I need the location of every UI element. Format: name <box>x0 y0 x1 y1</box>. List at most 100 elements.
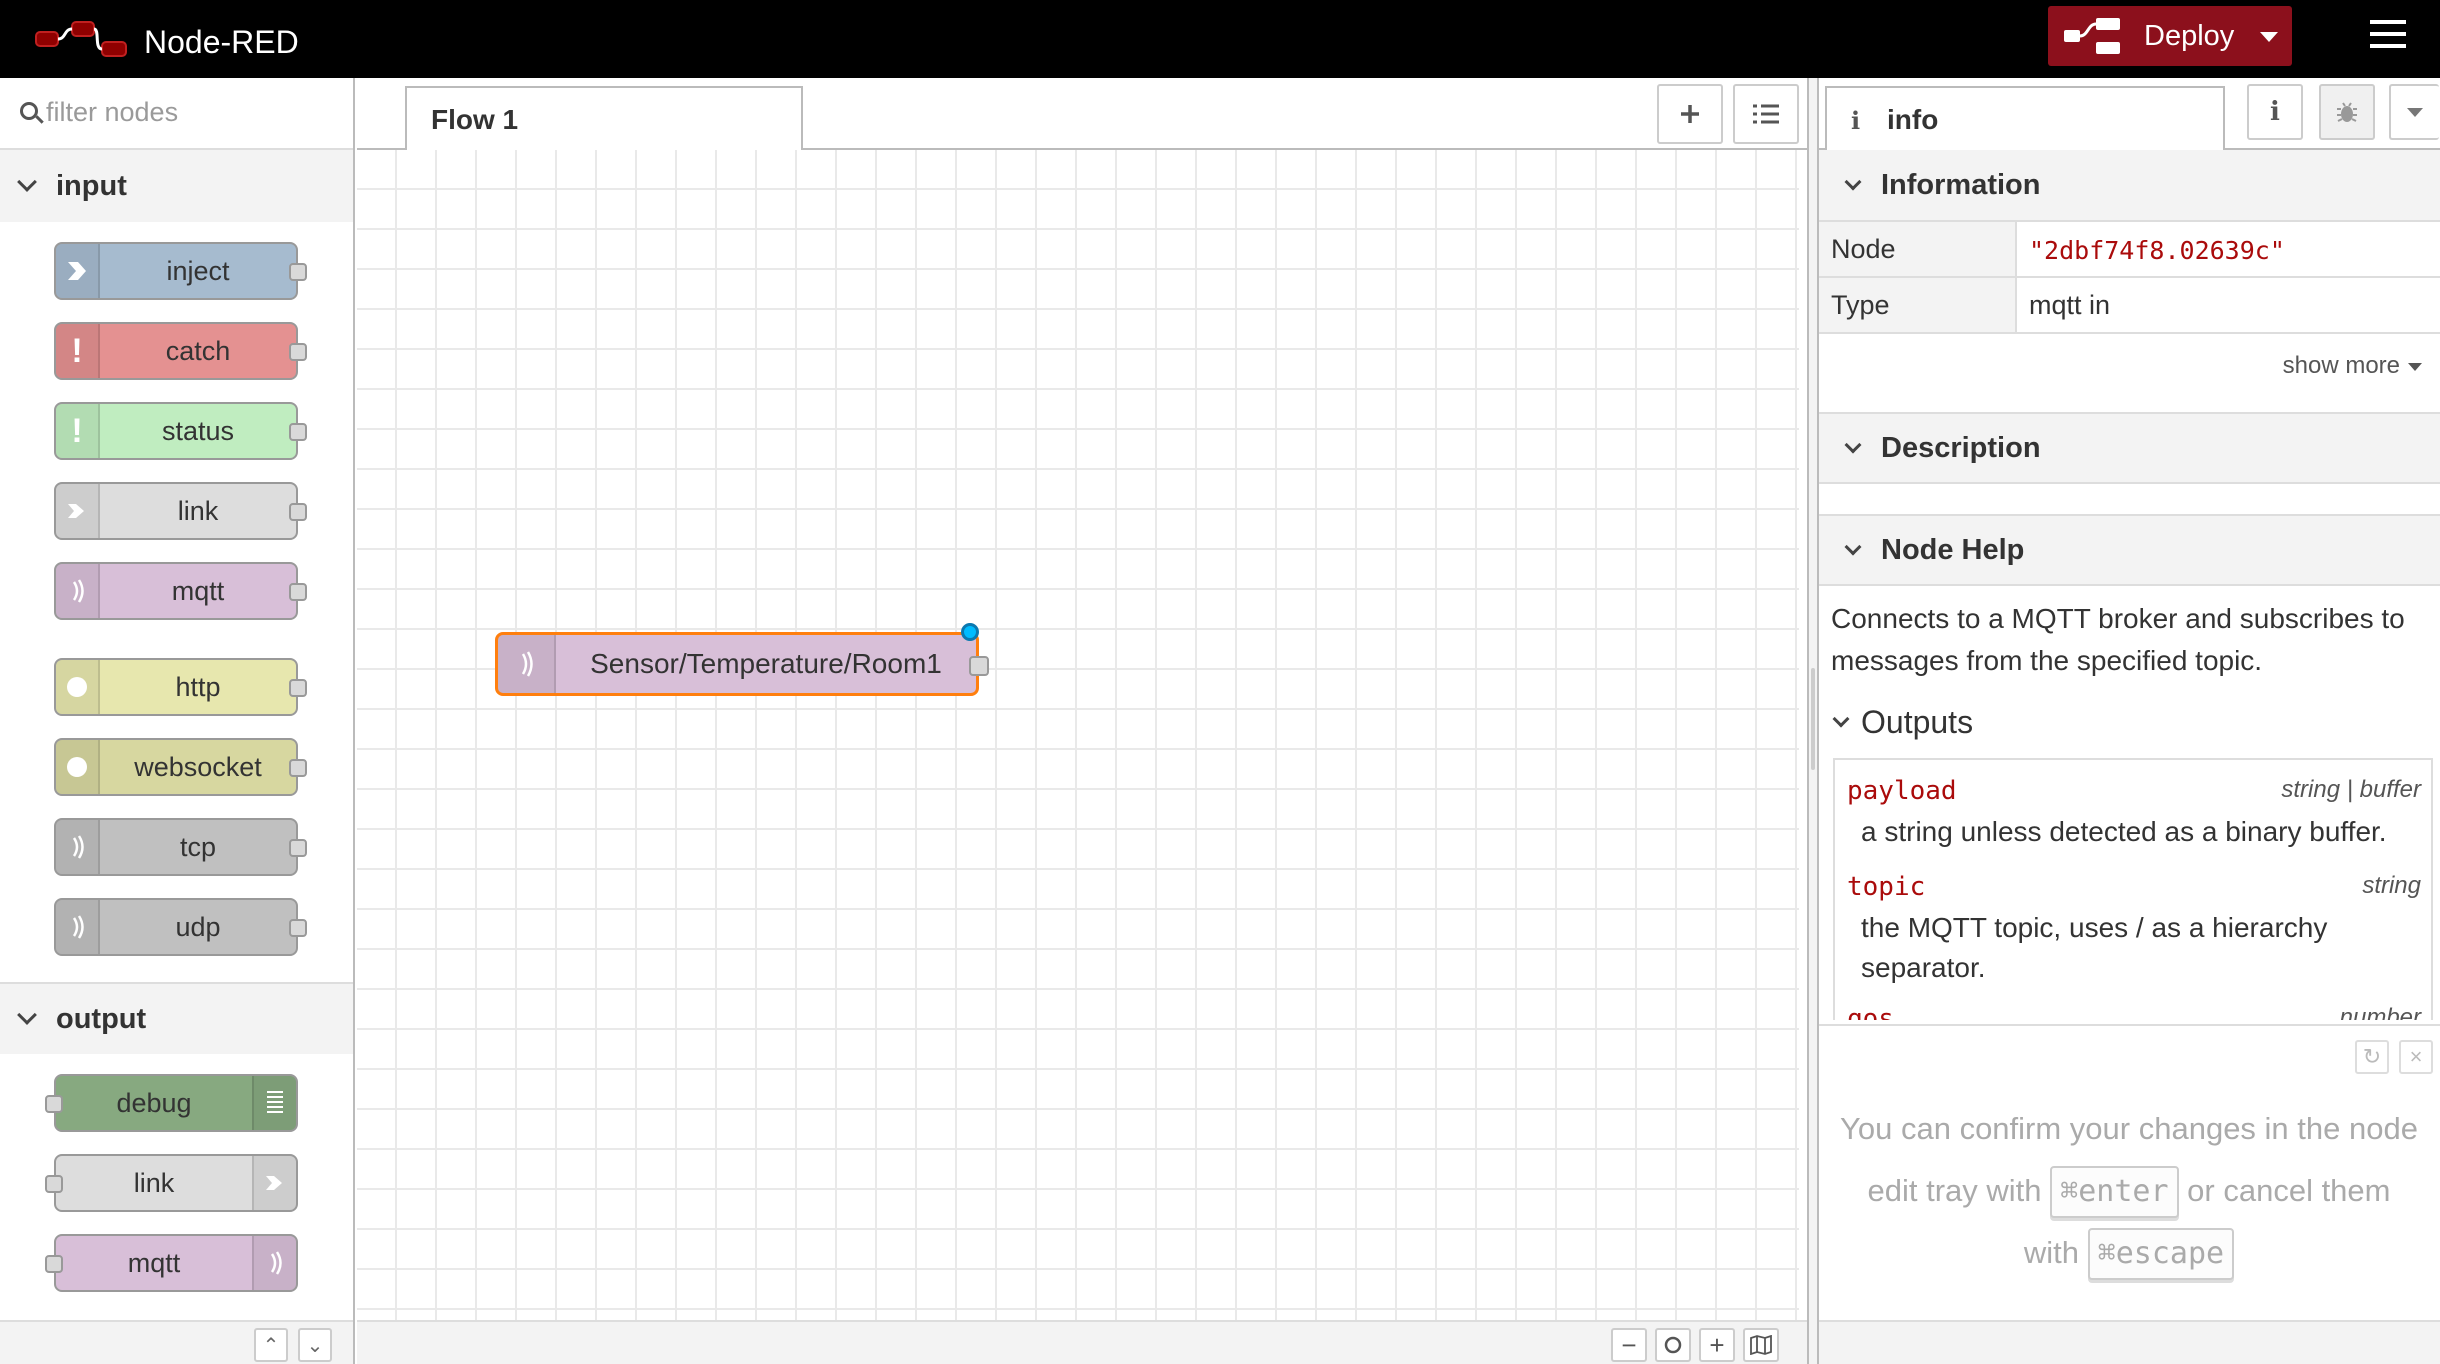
deploy-icon <box>2064 18 2120 54</box>
node-label: mqtt <box>171 575 225 606</box>
output-port <box>289 759 307 777</box>
section-description[interactable]: Description <box>1819 412 2440 484</box>
tab-flow-1[interactable]: Flow 1 <box>405 86 803 152</box>
palette-search <box>0 78 353 150</box>
palette-node-http-in[interactable]: http <box>54 658 307 716</box>
refresh-tip-icon[interactable]: ↻ <box>2355 1040 2389 1074</box>
section-information[interactable]: Information <box>1819 150 2440 222</box>
property-type: number <box>2339 1004 2421 1020</box>
expand-all-icon[interactable]: ⌄ <box>298 1328 332 1362</box>
output-port <box>289 423 307 441</box>
chevron-down-icon <box>1844 538 1862 556</box>
palette-category-input[interactable]: input <box>0 150 353 222</box>
outputs-heading[interactable]: Outputs <box>1831 704 1973 741</box>
info-key: Node <box>1819 222 2017 276</box>
sidebar-tabs-dropdown-icon[interactable] <box>2389 84 2439 140</box>
palette-category-output[interactable]: output <box>0 982 353 1054</box>
exclamation-icon: ! <box>56 324 100 378</box>
header-bar: Node-RED Deploy <box>0 0 2440 78</box>
section-node-help[interactable]: Node Help <box>1819 514 2440 586</box>
output-port <box>289 679 307 697</box>
close-icon[interactable]: × <box>2399 1040 2433 1074</box>
section-title: Description <box>1881 431 2041 464</box>
palette-node-udp-in[interactable]: udp <box>54 898 307 956</box>
debug-icon <box>252 1076 296 1130</box>
category-label: output <box>56 1002 147 1035</box>
node-label: status <box>161 415 235 446</box>
globe-icon <box>56 660 100 714</box>
property-description: a string unless detected as a binary buf… <box>1861 816 2387 847</box>
zoom-in-icon[interactable]: + <box>1699 1328 1735 1362</box>
kbd-cancel: ⌘escape <box>2087 1228 2235 1280</box>
node-label: tcp <box>179 831 217 862</box>
show-more-link[interactable]: show more <box>2283 352 2422 380</box>
workspace-tabs-bar: Flow 1 <box>357 78 1807 152</box>
property-name: payload <box>1847 776 1957 806</box>
tip-text: You can confirm your changes in the node… <box>1839 1098 2419 1284</box>
debug-bug-icon[interactable] <box>2319 84 2375 140</box>
tip-or: or <box>2187 1173 2215 1208</box>
chevron-down-icon <box>17 1005 37 1025</box>
palette-footer: ⌃ ⌄ <box>0 1320 353 1364</box>
node-label: websocket <box>134 751 262 782</box>
palette-filter-input[interactable] <box>46 92 336 132</box>
changed-indicator-icon <box>961 623 979 641</box>
palette-node-status[interactable]: ! status <box>54 402 307 460</box>
info-icon: i <box>1851 106 1861 135</box>
chevron-down-icon <box>1832 710 1850 727</box>
palette-node-tcp-in[interactable]: tcp <box>54 818 307 876</box>
palette-node-catch[interactable]: ! catch <box>54 322 307 380</box>
output-port <box>289 583 307 601</box>
app-title: Node-RED <box>144 24 299 60</box>
resize-grip[interactable] <box>1811 668 1815 770</box>
node-red-logo-icon <box>34 18 130 60</box>
workspace-footer: − + <box>357 1320 1807 1364</box>
palette-node-websocket-in[interactable]: websocket <box>54 738 307 796</box>
info-tab-button-icon[interactable]: i <box>2247 84 2303 140</box>
palette-input-nodes: inject ! catch ! status link mqtt <box>0 222 353 662</box>
navigator-map-icon[interactable] <box>1743 1328 1779 1362</box>
node-id-value: "2dbf74f8.02639c" <box>2029 236 2285 265</box>
output-port[interactable] <box>969 656 989 676</box>
category-label: input <box>56 169 127 202</box>
node-label: link <box>133 1167 175 1198</box>
deploy-button[interactable]: Deploy <box>2048 6 2292 66</box>
palette-node-link-out[interactable]: link <box>45 1154 298 1212</box>
add-flow-plus-icon[interactable] <box>1657 84 1723 144</box>
flow-node-mqtt-in[interactable]: Sensor/Temperature/Room1 <box>495 623 989 696</box>
sidebar-resize-handle[interactable] <box>1807 78 1819 1364</box>
property-name: topic <box>1847 872 1926 902</box>
outputs-properties: payload string | buffer a string unless … <box>1833 758 2433 1020</box>
list-flows-icon[interactable] <box>1733 84 1799 144</box>
flow-canvas[interactable]: Sensor/Temperature/Room1 <box>357 150 1799 1320</box>
main-menu-hamburger-icon[interactable] <box>2370 20 2406 50</box>
palette-node-mqtt-in[interactable]: mqtt <box>54 562 307 620</box>
node-type-value: mqtt in <box>2029 290 2111 320</box>
node-help-text: Connects to a MQTT broker and subscribes… <box>1831 603 2405 676</box>
tab-info[interactable]: i info <box>1825 86 2225 152</box>
node-label: udp <box>175 911 221 942</box>
node-label: debug <box>116 1087 192 1118</box>
palette-node-link-in[interactable]: link <box>54 482 307 540</box>
deploy-dropdown-caret-icon[interactable] <box>2260 32 2278 42</box>
output-port <box>289 503 307 521</box>
search-icon <box>20 102 38 120</box>
info-row-node: Node "2dbf74f8.02639c" <box>1819 222 2440 278</box>
collapse-all-icon[interactable]: ⌃ <box>254 1328 288 1362</box>
info-row-type: Type mqtt in <box>1819 278 2440 334</box>
zoom-out-icon[interactable]: − <box>1611 1328 1647 1362</box>
chevron-down-icon <box>1844 436 1862 454</box>
palette-node-debug[interactable]: debug <box>45 1074 298 1132</box>
property-name: qos <box>1847 1004 1894 1020</box>
bridge-icon <box>56 900 100 954</box>
output-port <box>289 919 307 937</box>
zoom-reset-icon[interactable] <box>1655 1328 1691 1362</box>
kbd-confirm: ⌘enter <box>2050 1166 2179 1218</box>
deploy-label: Deploy <box>2144 19 2235 52</box>
node-label: mqtt <box>127 1247 181 1278</box>
info-key: Type <box>1819 278 2017 332</box>
palette-node-inject[interactable]: inject <box>54 242 307 300</box>
palette-node-mqtt-out[interactable]: mqtt <box>45 1234 298 1292</box>
output-port <box>289 839 307 857</box>
link-out-icon <box>252 1156 296 1210</box>
